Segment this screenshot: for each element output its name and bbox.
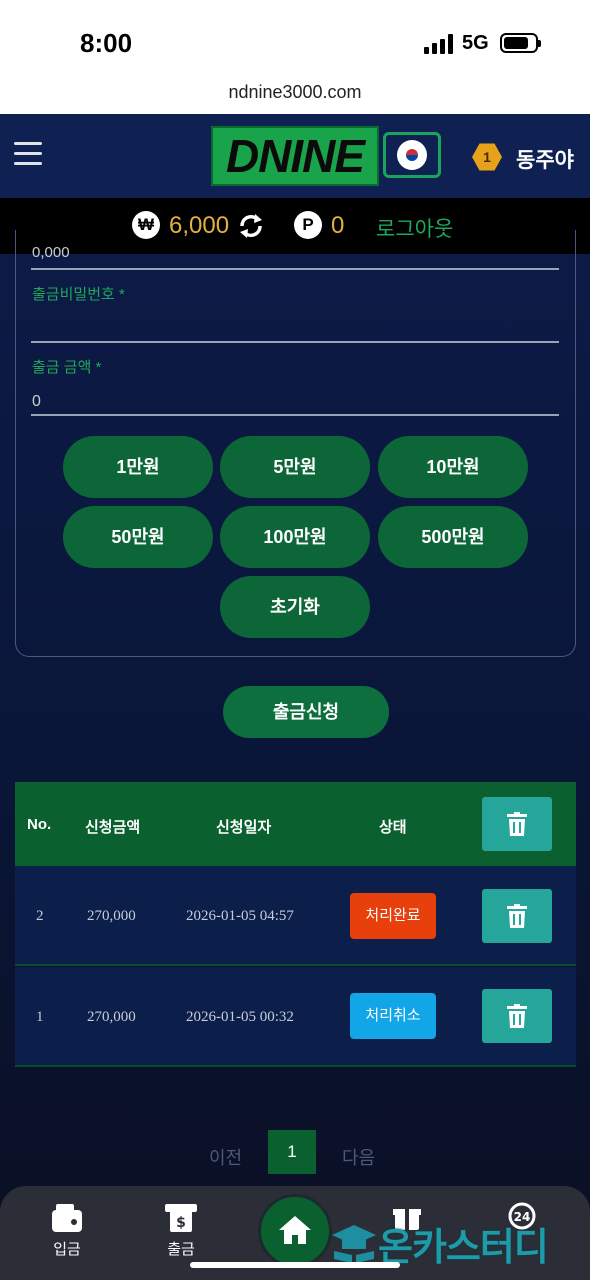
svg-text:$: $ — [176, 1215, 186, 1231]
cell-date: 2026-01-05 04:57 — [186, 908, 294, 924]
quick-amount-10man-button[interactable]: 10만원 — [378, 436, 528, 498]
home-icon — [279, 1216, 311, 1244]
previous-field-value: 0,000 — [32, 244, 70, 261]
delete-row-button[interactable] — [482, 889, 552, 943]
nav-home-button[interactable] — [258, 1194, 332, 1268]
column-header-date: 신청일자 — [216, 819, 272, 836]
network-type: 5G — [462, 32, 489, 54]
quick-amount-500man-button[interactable]: 500만원 — [378, 506, 528, 568]
quick-amount-100man-button[interactable]: 100만원 — [220, 506, 370, 568]
cell-date: 2026-01-05 00:32 — [186, 1009, 294, 1025]
trash-icon — [507, 812, 527, 836]
cell-amount: 270,000 — [87, 908, 136, 924]
nav-withdraw[interactable]: $ 출금 — [151, 1186, 211, 1258]
language-flag-button[interactable] — [383, 132, 441, 178]
wallet-icon — [52, 1204, 82, 1232]
quick-amount-50man-button[interactable]: 50만원 — [63, 506, 213, 568]
column-header-no: No. — [27, 816, 52, 833]
korea-flag-icon — [397, 140, 427, 170]
cell-amount: 270,000 — [87, 1009, 136, 1025]
level-badge-icon: 1 — [472, 143, 502, 171]
nav-deposit-label: 입금 — [53, 1241, 81, 1258]
reset-button[interactable]: 초기화 — [220, 576, 370, 638]
trash-icon — [507, 1004, 527, 1028]
battery-icon — [500, 33, 541, 53]
withdraw-password-input[interactable] — [31, 341, 559, 343]
table-header-row: No. 신청금액 신청일자 상태 — [15, 782, 576, 866]
delete-row-button[interactable] — [482, 989, 552, 1043]
username[interactable]: 동주야 — [516, 144, 574, 174]
graduation-cap-logo-icon — [332, 1225, 376, 1263]
quick-amount-5man-button[interactable]: 5만원 — [220, 436, 370, 498]
url-bar[interactable]: ndnine3000.com — [0, 80, 590, 114]
table-row: 2 270,000 2026-01-05 04:57 처리완료 — [15, 866, 576, 966]
withdraw-password-label: 출금비밀번호 * — [32, 286, 125, 303]
cell-no: 1 — [36, 1009, 44, 1025]
delete-all-button[interactable] — [482, 797, 552, 851]
pagination-prev[interactable]: 이전 — [209, 1144, 242, 1170]
signal-icon — [424, 34, 454, 54]
status-time: 8:00 — [80, 28, 133, 58]
table-row: 1 270,000 2026-01-05 00:32 처리취소 — [15, 967, 576, 1067]
column-header-amount: 신청금액 — [85, 819, 141, 836]
quick-amount-1man-button[interactable]: 1만원 — [63, 436, 213, 498]
status-badge: 처리취소 — [350, 993, 436, 1039]
trash-icon — [507, 904, 527, 928]
nav-withdraw-label: 출금 — [167, 1241, 195, 1258]
logo-text: DNINE — [225, 130, 365, 182]
withdraw-submit-button[interactable]: 출금신청 — [223, 686, 389, 738]
status-badge: 처리완료 — [350, 893, 436, 939]
withdraw-icon: $ — [165, 1204, 197, 1232]
field-underline — [31, 414, 559, 416]
site-header: DNINE 1 동주야 — [0, 114, 590, 198]
withdraw-amount-input[interactable]: 0 — [32, 393, 41, 411]
hamburger-menu-icon[interactable] — [14, 142, 42, 166]
pagination-next[interactable]: 다음 — [342, 1144, 375, 1170]
nav-deposit[interactable]: 입금 — [37, 1186, 97, 1258]
status-bar: 8:00 5G — [0, 0, 590, 80]
pagination-page-1[interactable]: 1 — [268, 1130, 316, 1174]
column-header-status: 상태 — [379, 819, 407, 836]
watermark-text: 온카스터디 — [378, 1226, 549, 1269]
home-indicator — [190, 1262, 400, 1268]
site-logo[interactable]: DNINE — [211, 126, 379, 186]
field-underline — [31, 268, 559, 270]
withdraw-amount-label: 출금 금액 * — [32, 359, 102, 376]
watermark: 온카스터디 — [330, 1218, 549, 1269]
cell-no: 2 — [36, 908, 44, 924]
